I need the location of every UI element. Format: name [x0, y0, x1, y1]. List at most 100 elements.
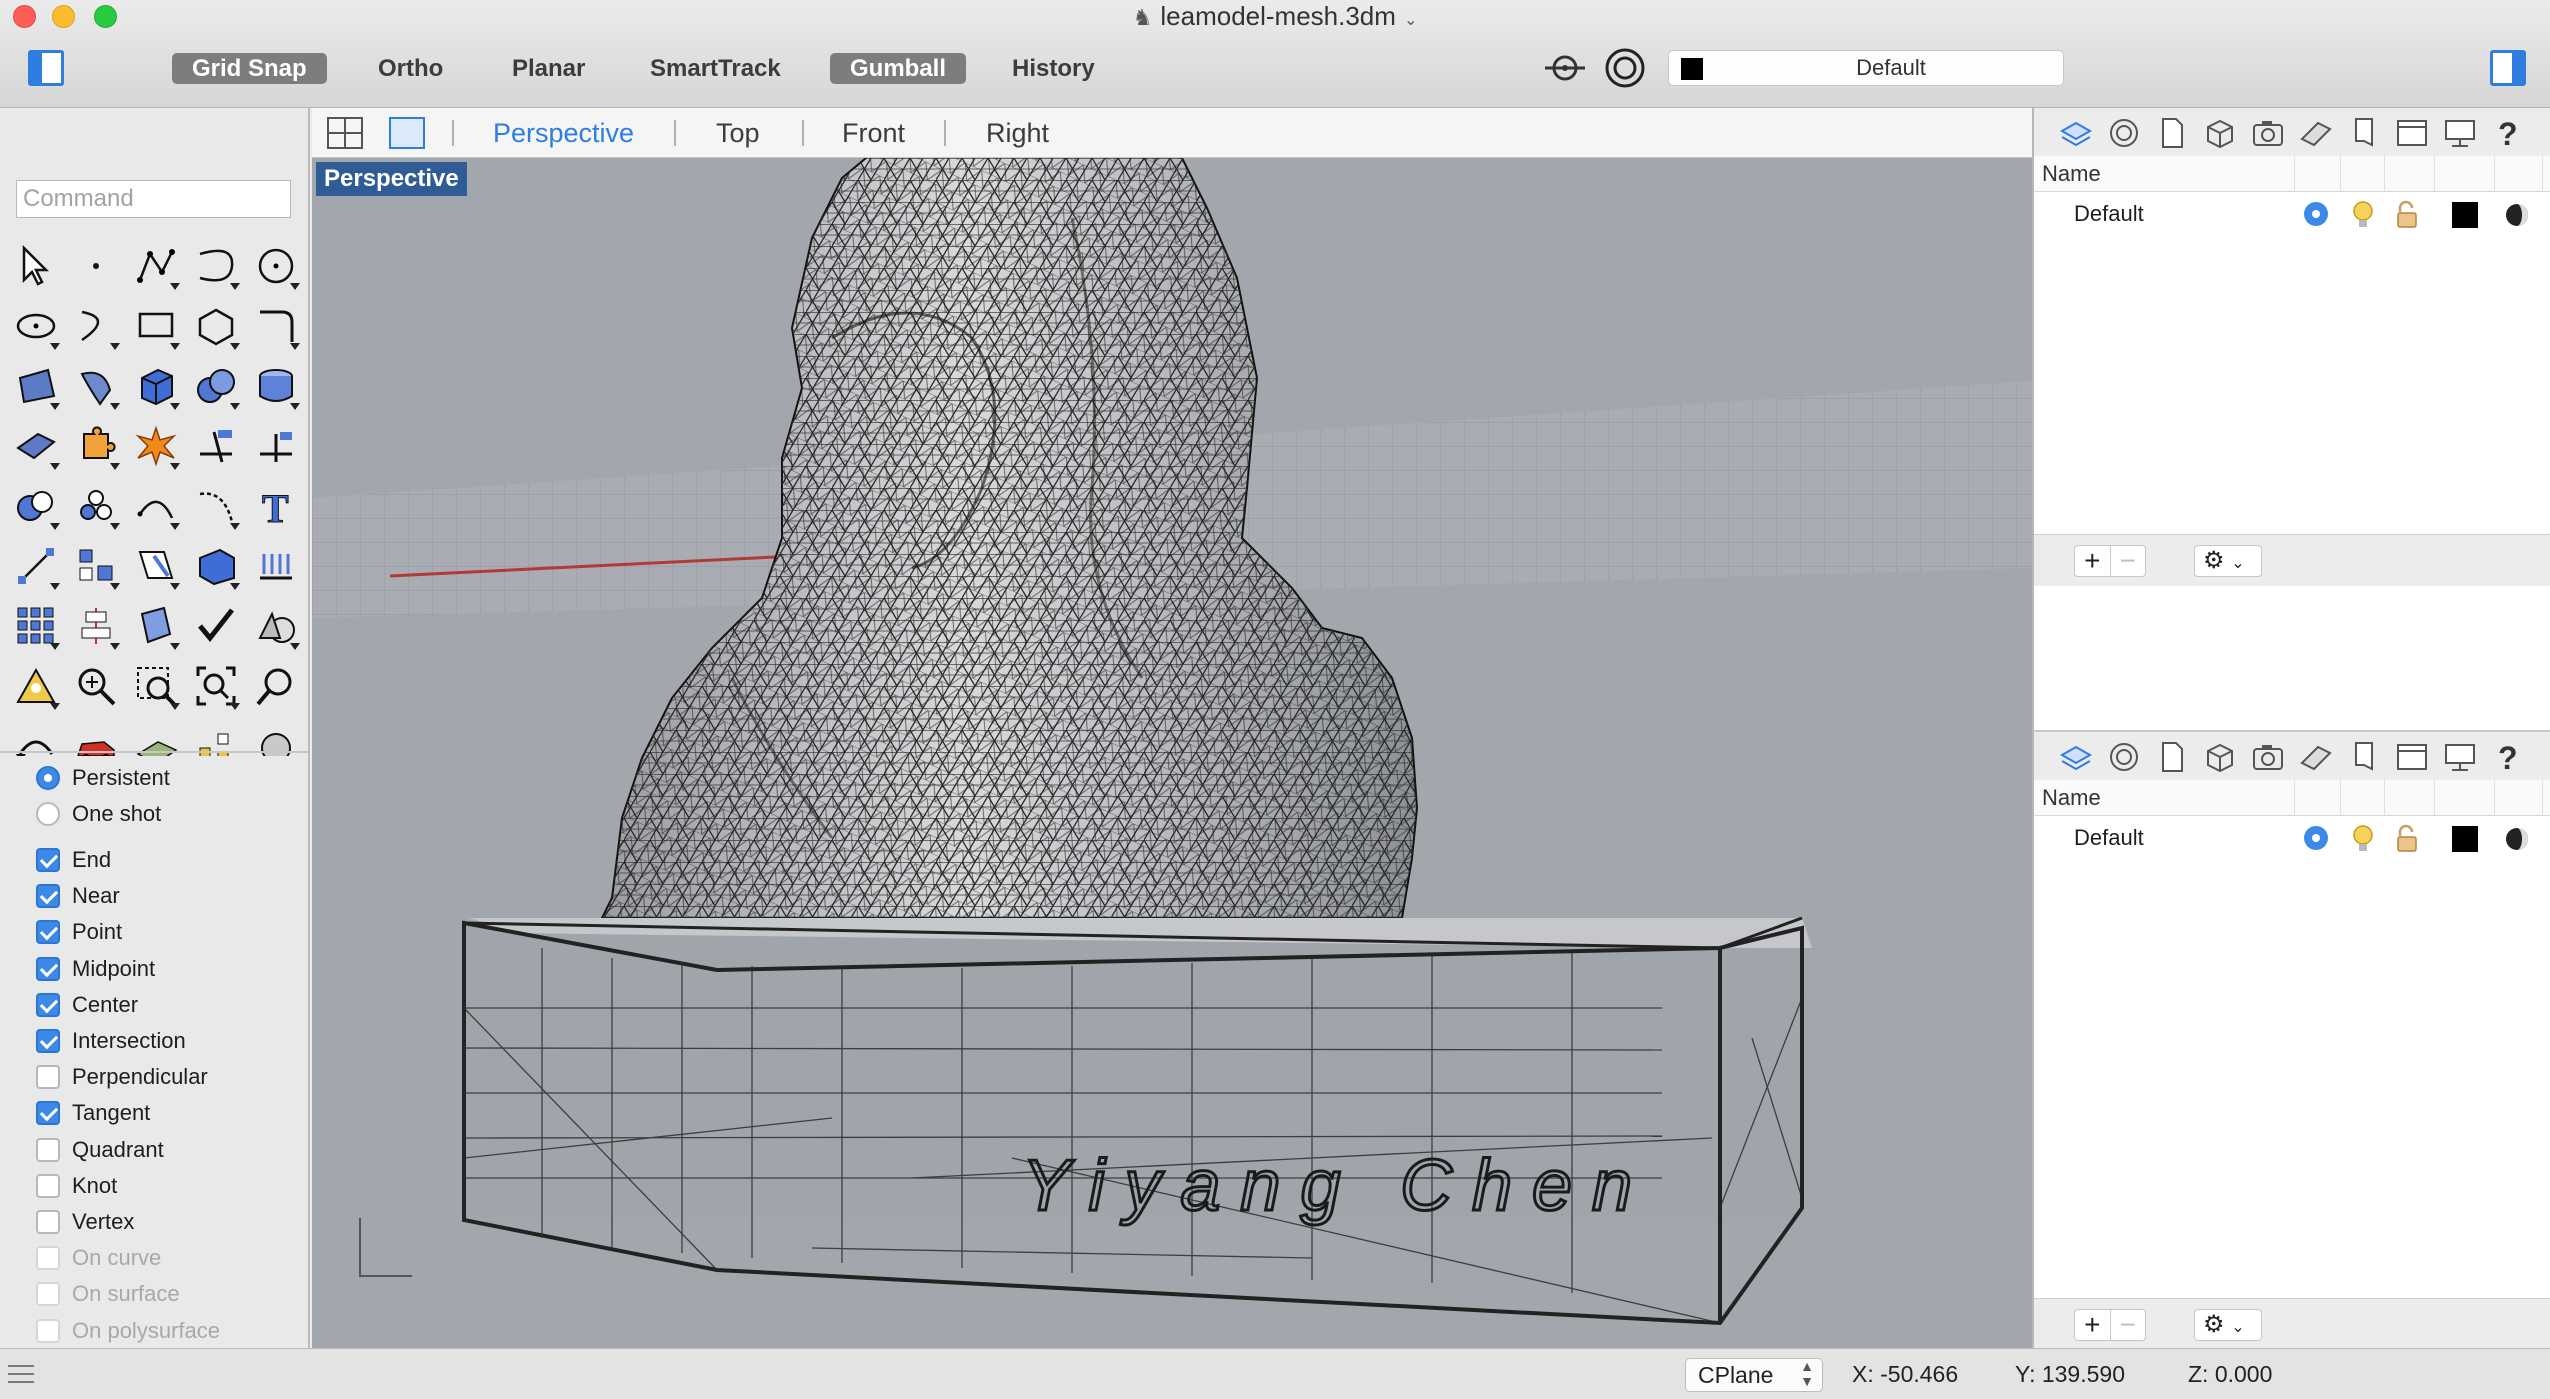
light-bulb-icon[interactable] [2350, 200, 2376, 230]
single-viewport-icon[interactable] [388, 116, 426, 150]
layouts-icon[interactable] [2394, 739, 2430, 775]
osnap-point[interactable]: Point [36, 914, 122, 950]
osnap-center[interactable]: Center [36, 987, 138, 1023]
properties-icon[interactable] [2154, 115, 2190, 151]
radio-button[interactable] [36, 766, 60, 790]
display-mode-icon[interactable] [2106, 739, 2142, 775]
osnap-perpendicular[interactable]: Perpendicular [36, 1059, 208, 1095]
zoom-window-tool-button[interactable] [126, 656, 186, 716]
osnap-intersection[interactable]: Intersection [36, 1023, 186, 1059]
four-viewports-icon[interactable] [326, 116, 364, 150]
object-icon[interactable] [2202, 115, 2238, 151]
select-arrow-tool-button[interactable] [6, 236, 66, 296]
rotate-view-tool-button[interactable] [6, 716, 66, 756]
viewport-canvas[interactable]: Yiyang Chen [312, 158, 2032, 1348]
cplane-selector[interactable]: CPlane ▲ ▼ [1685, 1358, 1823, 1392]
surface-from-points-tool-button[interactable] [6, 356, 66, 416]
points-group-tool-button[interactable] [66, 476, 126, 536]
status-menu-icon[interactable] [8, 1365, 34, 1383]
align-tool-button[interactable] [66, 596, 126, 656]
history-toggle[interactable]: History [992, 53, 1115, 84]
named-views-icon[interactable] [2250, 739, 2286, 775]
tab-right[interactable]: Right [986, 108, 1049, 158]
named-views-icon[interactable] [2250, 115, 2286, 151]
text-tool-button[interactable]: T [246, 476, 306, 536]
checkbox[interactable] [36, 1137, 60, 1162]
materials-icon[interactable] [2298, 739, 2334, 775]
boolean-tool-button[interactable] [6, 476, 66, 536]
notes-icon[interactable] [2346, 115, 2382, 151]
grid-snap-toggle[interactable]: Grid Snap [172, 53, 327, 84]
checkbox[interactable] [36, 1210, 60, 1234]
zoom-extents-tool-button[interactable] [186, 656, 246, 716]
unlock-icon[interactable] [2394, 824, 2420, 854]
checkbox[interactable] [36, 956, 60, 981]
toggle-right-sidebar-button[interactable] [2490, 50, 2526, 86]
tab-top[interactable]: Top [716, 108, 760, 158]
checkbox[interactable] [36, 1065, 60, 1090]
analysis-cone-tool-button[interactable] [6, 656, 66, 716]
rebuild-curve-tool-button[interactable] [186, 476, 246, 536]
display-icon[interactable] [2442, 739, 2478, 775]
layer-options-button[interactable]: ⚙ ⌄ [2194, 545, 2262, 577]
check-tool-button[interactable] [186, 596, 246, 656]
command-input[interactable] [16, 180, 291, 218]
display-icon[interactable] [2442, 115, 2478, 151]
tab-front[interactable]: Front [842, 108, 905, 158]
help-icon[interactable]: ? [2490, 739, 2526, 775]
checkbox[interactable] [36, 992, 60, 1017]
unlock-icon[interactable] [2394, 200, 2420, 230]
current-layer-indicator-icon[interactable] [2304, 202, 2328, 226]
layers-icon[interactable] [2058, 739, 2094, 775]
properties-icon[interactable] [2154, 739, 2190, 775]
ortho-toggle[interactable]: Ortho [358, 53, 463, 84]
add-layer-button[interactable]: + [2075, 546, 2110, 576]
polyline-tool-button[interactable] [126, 236, 186, 296]
checkbox[interactable] [36, 884, 60, 909]
help-icon[interactable]: ? [2490, 115, 2526, 151]
draft-angle-tool-button[interactable] [126, 536, 186, 596]
group-tool-button[interactable] [66, 536, 126, 596]
object-icon[interactable] [2202, 739, 2238, 775]
curve-tool-button[interactable] [186, 236, 246, 296]
offset-tool-button[interactable] [126, 476, 186, 536]
mesh-surface-tool-button[interactable] [126, 716, 186, 756]
puzzle-tool-button[interactable] [66, 416, 126, 476]
layer-row[interactable]: Default [2034, 818, 2550, 858]
checkbox[interactable] [36, 1101, 60, 1126]
trim-tool-button[interactable] [186, 416, 246, 476]
osnap-quadrant[interactable]: Quadrant [36, 1132, 164, 1168]
selection-filter-icon[interactable] [1545, 49, 1587, 87]
move-tool-button[interactable] [6, 536, 66, 596]
toggle-left-sidebar-button[interactable] [28, 50, 64, 86]
perspective-viewport[interactable]: Yiyang Chen Perspective [312, 158, 2032, 1348]
osnap-mode-one-shot[interactable]: One shot [36, 796, 161, 832]
tab-perspective[interactable]: Perspective [493, 108, 634, 158]
base-box-model[interactable]: Yiyang Chen [462, 916, 1812, 1326]
checkbox[interactable] [36, 920, 60, 945]
gumball-toggle[interactable]: Gumball [830, 53, 967, 84]
lights-tool-button[interactable] [186, 716, 246, 756]
polygon-tool-button[interactable] [186, 296, 246, 356]
layers-icon[interactable] [2058, 115, 2094, 151]
point-tool-button[interactable] [66, 236, 126, 296]
checkbox[interactable] [36, 1029, 60, 1053]
box-tool-button[interactable] [126, 356, 186, 416]
light-bulb-icon[interactable] [2350, 824, 2376, 854]
layouts-icon[interactable] [2394, 115, 2430, 151]
rectangle-tool-button[interactable] [126, 296, 186, 356]
circle-tool-button[interactable] [246, 236, 306, 296]
sidebar-divider[interactable] [0, 751, 308, 753]
radio-button[interactable] [36, 802, 60, 827]
cylinder-tool-button[interactable] [246, 356, 306, 416]
solid-box-tool-button[interactable] [186, 536, 246, 596]
current-layer-dropdown[interactable]: Default [1668, 50, 2064, 86]
arc-tool-button[interactable] [66, 296, 126, 356]
osnap-near[interactable]: Near [36, 878, 120, 914]
osnap-tangent[interactable]: Tangent [36, 1095, 150, 1131]
remove-layer-button[interactable]: − [2109, 546, 2146, 576]
patch-surface-tool-button[interactable] [6, 416, 66, 476]
extrude-surface-tool-button[interactable] [66, 356, 126, 416]
array-grid-tool-button[interactable] [6, 596, 66, 656]
smarttrack-toggle[interactable]: SmartTrack [630, 53, 801, 84]
